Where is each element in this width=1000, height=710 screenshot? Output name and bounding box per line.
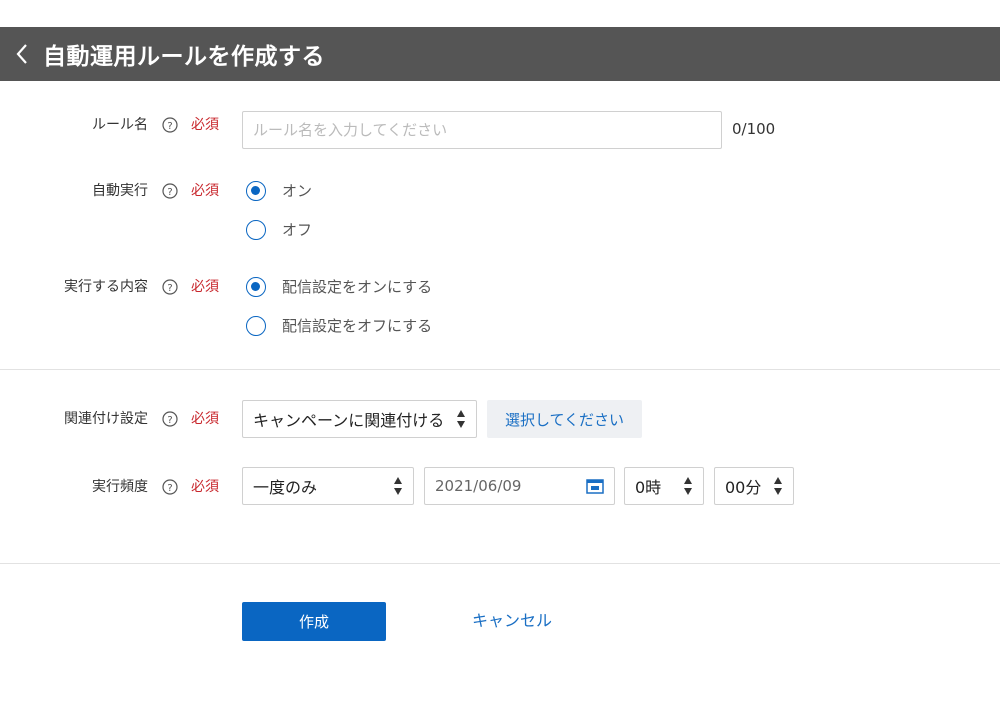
frequency-select[interactable]: 一度のみ [242, 467, 414, 505]
hour-select[interactable]: 0時 [624, 467, 704, 505]
cancel-link[interactable]: キャンセル [472, 610, 552, 632]
required-badge: 必須 [191, 411, 219, 427]
create-button[interactable]: 作成 [242, 602, 386, 641]
action-off-label: 配信設定をオフにする [282, 317, 433, 335]
help-icon[interactable]: ? [162, 183, 178, 199]
help-icon[interactable]: ? [162, 117, 178, 133]
help-icon[interactable]: ? [162, 479, 178, 495]
back-button[interactable] [4, 27, 40, 81]
svg-text:?: ? [167, 187, 172, 198]
page-title: 自動運用ルールを作成する [43, 44, 325, 70]
sort-arrows-icon [457, 410, 465, 428]
required-badge: 必須 [191, 479, 219, 495]
minute-select-value: 00分 [725, 478, 762, 497]
association-select-value: キャンペーンに関連付ける [253, 411, 445, 430]
required-badge: 必須 [191, 183, 219, 199]
required-badge: 必須 [191, 279, 219, 295]
section-divider [0, 369, 1000, 370]
help-icon[interactable]: ? [162, 411, 178, 427]
section-divider [0, 563, 1000, 564]
association-label: 関連付け設定 [64, 411, 148, 427]
required-badge: 必須 [191, 117, 219, 133]
auto-run-off-radio[interactable] [246, 220, 266, 240]
auto-run-on-label: オン [282, 182, 313, 200]
auto-run-on-radio[interactable] [246, 181, 266, 201]
action-on-label: 配信設定をオンにする [282, 278, 433, 296]
svg-text:?: ? [167, 483, 172, 494]
frequency-label: 実行頻度 [92, 479, 148, 495]
calendar-icon[interactable] [586, 478, 604, 494]
minute-select[interactable]: 00分 [714, 467, 794, 505]
association-select[interactable]: キャンペーンに関連付ける [242, 400, 477, 438]
help-icon[interactable]: ? [162, 279, 178, 295]
char-counter: 0/100 [732, 120, 776, 138]
action-label: 実行する内容 [64, 279, 148, 295]
sort-arrows-icon [774, 477, 782, 495]
auto-run-label: 自動実行 [92, 183, 148, 199]
date-picker-input[interactable]: 2021/06/09 [424, 467, 615, 505]
rule-name-input[interactable] [242, 111, 722, 149]
action-on-radio[interactable] [246, 277, 266, 297]
chevron-left-icon [16, 44, 27, 64]
select-target-button[interactable]: 選択してください [487, 400, 642, 438]
rule-name-label: ルール名 [92, 117, 148, 133]
sort-arrows-icon [394, 477, 402, 495]
sort-arrows-icon [684, 477, 692, 495]
svg-text:?: ? [167, 415, 172, 426]
hour-select-value: 0時 [635, 478, 662, 497]
page-header: 自動運用ルールを作成する [0, 27, 1000, 81]
auto-run-off-label: オフ [282, 221, 313, 239]
svg-text:?: ? [167, 121, 172, 132]
date-value: 2021/06/09 [435, 477, 522, 495]
frequency-select-value: 一度のみ [253, 478, 318, 497]
action-off-radio[interactable] [246, 316, 266, 336]
svg-text:?: ? [167, 283, 172, 294]
